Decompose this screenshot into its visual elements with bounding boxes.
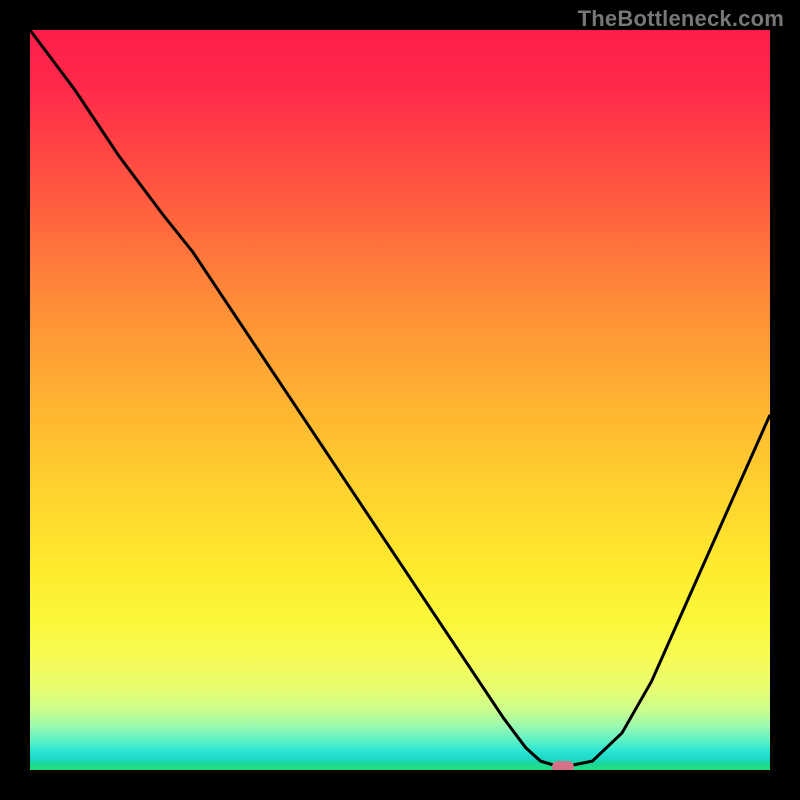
chart-frame: TheBottleneck.com xyxy=(0,0,800,800)
bottleneck-curve xyxy=(30,30,770,766)
plot-area xyxy=(30,30,770,770)
optimal-point-marker xyxy=(552,761,574,770)
watermark-text: TheBottleneck.com xyxy=(578,6,784,32)
curve-svg xyxy=(30,30,770,770)
